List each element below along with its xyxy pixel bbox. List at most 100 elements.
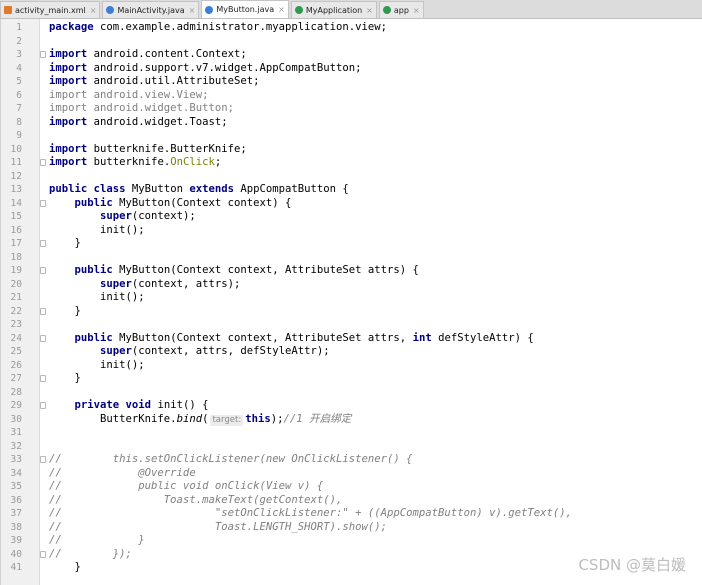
code-line[interactable]: 1 package com.example.administrator.myapp… [0,21,702,35]
line-number: 19 [10,265,22,276]
code-line[interactable]: 25 super(context, attrs, defStyleAttr); [0,345,702,359]
code-line[interactable]: 8 import android.widget.Toast; [0,116,702,130]
fold-toggle-icon[interactable] [40,159,46,166]
line-number: 28 [10,386,22,398]
tab-label: MyButton.java [216,5,275,14]
tab-activity-main-xml[interactable]: activity_main.xml × [0,1,101,18]
code-line[interactable]: 27 } [0,372,702,386]
code-token: import [49,115,88,128]
code-line[interactable]: 5 import android.util.AttributeSet; [0,75,702,89]
code-line[interactable]: 18 [0,251,702,265]
code-text: init(); [49,359,145,373]
code-line[interactable]: 23 [0,318,702,332]
code-text: // this.setOnClickListener(new OnClickLi… [49,453,413,467]
code-line[interactable]: 36 // Toast.makeText(getContext(), [0,494,702,508]
code-token: // "setOnClickListener:" + ((AppCompatBu… [49,507,572,519]
fold-toggle-icon[interactable] [40,51,46,58]
code-token: package [49,21,94,33]
code-line[interactable]: 20 super(context, attrs); [0,278,702,292]
code-line[interactable]: 34 // @Override [0,467,702,481]
code-line[interactable]: 3 import android.content.Context; [0,48,702,62]
fold-toggle-icon[interactable] [40,375,46,382]
line-number: 10 [10,143,22,155]
code-token: OnClick [170,156,215,168]
line-number: 23 [10,319,22,330]
code-token: } [49,561,81,573]
code-line[interactable]: 33 // this.setOnClickListener(new OnClick… [0,453,702,467]
code-line[interactable]: 16 init(); [0,224,702,238]
code-line[interactable]: 19 public MyButton(Context context, Attr… [0,264,702,278]
code-line[interactable]: 35 // public void onClick(View v) { [0,480,702,494]
fold-toggle-icon[interactable] [40,550,46,558]
line-number: 11 [10,157,22,168]
close-tab-icon[interactable]: × [366,6,373,15]
fold-toggle-icon[interactable] [40,334,46,342]
code-line[interactable]: 17 } [0,237,702,251]
code-line[interactable]: 14 public MyButton(Context context) { [0,197,702,211]
close-tab-icon[interactable]: × [90,6,97,15]
code-line[interactable]: 32 [0,440,702,454]
code-line[interactable]: 6 import android.view.View; [0,89,702,103]
close-tab-icon[interactable]: × [278,5,285,14]
fold-toggle-icon[interactable] [40,456,46,463]
code-token: super [100,210,132,222]
code-line[interactable]: 12 [0,170,702,184]
code-line[interactable]: 15 super(context); [0,210,702,224]
code-line[interactable]: 37 // "setOnClickListener:" + ((AppCompat… [0,507,702,521]
code-line[interactable]: 39 // } [0,534,702,548]
code-token: // public void onClick(View v) { [49,480,324,492]
tab-myapplication[interactable]: MyApplication × [290,1,377,18]
fold-toggle-icon[interactable] [40,240,46,247]
close-tab-icon[interactable]: × [413,6,420,15]
fold-toggle-icon[interactable] [40,402,46,409]
code-editor[interactable]: 1 package com.example.administrator.myapp… [0,19,702,585]
code-text: public class MyButton extends AppCompatB… [49,183,349,197]
line-number: 1 [16,22,22,33]
code-line[interactable]: 30 ButterKnife.bind(target: this);//1 开启绑… [0,413,702,427]
module-icon [294,6,303,14]
code-line[interactable]: 9 [0,129,702,143]
code-text: init(); [49,224,145,238]
line-number: 20 [10,278,22,290]
code-line[interactable]: 21 init(); [0,291,702,305]
code-token: ); [270,412,284,425]
fold-toggle-icon[interactable] [40,267,46,274]
code-text: // }); [49,548,132,562]
code-token: int [412,331,432,344]
code-line[interactable]: 26 init(); [0,359,702,373]
code-line[interactable]: 29 private void init() { [0,399,702,413]
code-line[interactable]: 22 } [0,305,702,319]
code-line[interactable]: 38 // Toast.LENGTH_SHORT).show(); [0,521,702,535]
code-line[interactable]: 31 [0,426,702,440]
code-token: MyButton(Context context) { [112,196,292,209]
tab-mainactivity-java[interactable]: MainActivity.java × [102,1,200,18]
tab-label: activity_main.xml [15,5,86,15]
code-line[interactable]: 24 public MyButton(Context context, Attr… [0,332,702,346]
code-token: (context, attrs, defStyleAttr); [131,345,330,357]
code-text: public MyButton(Context context, Attribu… [49,332,534,346]
code-text: super(context, attrs); [49,278,240,292]
code-line[interactable]: 13 public class MyButton extends AppCompa… [0,183,702,197]
code-line[interactable]: 7 import android.widget.Button; [0,102,702,116]
code-line[interactable]: 2 [0,35,702,49]
fold-toggle-icon[interactable] [40,307,46,315]
code-text: } [49,305,81,319]
tab-mybutton-java[interactable]: MyButton.java × [201,0,289,18]
fold-toggle-icon[interactable] [40,199,46,207]
code-text: init(); [49,291,145,305]
code-line[interactable]: 28 [0,386,702,400]
code-line[interactable]: 11 import butterknife.OnClick; [0,156,702,170]
code-line[interactable]: 10 import butterknife.ButterKnife; [0,143,702,157]
code-token: MyButton [125,183,190,195]
line-number: 12 [10,170,22,182]
code-text: // public void onClick(View v) { [49,480,323,494]
line-number: 17 [10,238,22,249]
code-text: ButterKnife.bind(target: this);//1 开启绑定 [49,413,351,427]
tab-app[interactable]: app × [378,1,424,18]
tab-label: app [393,5,409,15]
close-tab-icon[interactable]: × [189,6,196,15]
code-line[interactable]: 4 import android.support.v7.widget.AppCom… [0,62,702,76]
